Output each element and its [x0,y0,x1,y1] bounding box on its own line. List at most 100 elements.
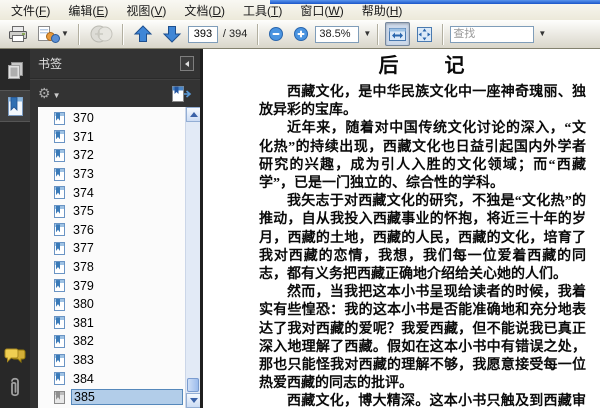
fit-width-icon [388,27,407,42]
bookmark-item[interactable]: 379 [38,276,185,295]
chevron-down-icon: ▼ [52,90,61,100]
collaborate-button[interactable]: ▼ [34,22,72,46]
bookmark-page-icon [54,297,65,311]
collapse-left-icon [185,60,189,67]
printer-icon [8,25,28,43]
comments-panel-button[interactable] [0,340,30,372]
bookmark-page-icon [54,372,65,386]
scroll-down-button[interactable] [186,393,200,408]
zoom-in-button[interactable] [290,22,312,46]
document-title: 后 记 [378,55,467,77]
toolbar-separator [257,23,260,45]
bookmark-item[interactable]: 377 [38,239,185,258]
zoom-out-button[interactable] [265,22,287,46]
window-top-edge [270,0,600,4]
menu-view[interactable]: 视图(V) [117,0,175,21]
bookmark-item[interactable]: 383 [38,351,185,370]
bookmark-item[interactable]: 374 [38,183,185,202]
bookmark-page-icon [54,334,65,348]
document-body: 西藏文化，是中华民族文化中一座神奇瑰丽、独放异彩的宝库。 近年来，随着对中国传统… [259,84,586,408]
bookmark-item[interactable]: 372 [38,146,185,165]
find-dropdown-icon[interactable]: ▼ [538,30,546,38]
bookmark-page-icon [54,241,65,255]
bookmarks-panel-header: 书签 [30,49,200,79]
bookmarks-scrollbar[interactable] [185,107,200,408]
fit-page-button[interactable] [413,22,436,46]
document-page[interactable]: 后 记 西藏文化，是中华民族文化中一座神奇瑰丽、独放异彩的宝库。 近年来，随着对… [200,49,600,408]
menu-file[interactable]: 文件(F) [2,0,59,21]
pages-panel-button[interactable] [0,54,30,86]
gear-icon: ⚙ [38,84,51,101]
next-page-button[interactable] [159,22,185,46]
menu-document[interactable]: 文档(D) [175,0,234,21]
toolbar-separator [442,23,445,45]
bookmark-item[interactable]: 373 [38,165,185,184]
bookmark-page-icon [54,390,65,404]
paragraph: 西藏文化，博大精深。这本小书只触及到西藏审美文化 [287,394,586,408]
bookmark-page-icon [54,260,65,274]
bookmark-page-icon [54,111,65,125]
bookmarks-list: 370 371 372 373 374 375 376 377 378 379 … [38,107,200,408]
bookmark-item[interactable]: 370 [38,109,185,128]
paragraph: 然而，当我把这本小书呈现给读者的时候，我着实有些惶恐：我的这本小书是否能准确地和… [259,285,586,392]
comments-icon [4,348,27,365]
arrow-down-icon [162,24,182,44]
bookmark-item[interactable]: 381 [38,314,185,333]
scroll-up-button[interactable] [186,107,200,122]
bookmark-item[interactable]: 378 [38,258,185,277]
bookmark-page-icon [54,316,65,330]
bookmark-item[interactable]: 376 [38,221,185,240]
chevron-down-icon [189,398,198,403]
attachments-panel-button[interactable] [0,372,30,404]
arrow-up-icon [133,24,153,44]
pdf-reader-window: 文件(F) 编辑(E) 视图(V) 文档(D) 工具(T) 窗口(W) 帮助(H… [0,0,600,408]
bookmark-item-selected[interactable]: 385 [38,388,185,407]
scrollbar-thumb[interactable] [187,378,199,392]
goto-current-bookmark-button[interactable] [171,85,192,102]
options-gear-button[interactable]: ⚙ ▼ [38,85,60,103]
zoom-level-value[interactable]: 38.5% [315,25,360,43]
bookmark-page-icon [54,130,65,144]
review-disabled-button [86,22,116,46]
bookmark-page-icon [54,223,65,237]
plus-circle-icon [293,26,309,42]
previous-page-button[interactable] [130,22,156,46]
toolbar: ▼ / 394 38.5% ▼ ▼ [0,20,600,49]
menu-edit[interactable]: 编辑(E) [59,0,117,21]
bookmark-item[interactable]: 380 [38,295,185,314]
bookmark-item[interactable]: 382 [38,332,185,351]
fit-width-button[interactable] [385,22,411,46]
toolbar-separator [121,23,124,45]
bookmarks-rows: 370 371 372 373 374 375 376 377 378 379 … [38,109,185,407]
find-input[interactable] [450,25,535,43]
send-collaborate-icon [37,25,60,44]
zoom-dropdown-icon[interactable]: ▼ [363,30,371,38]
bookmarks-options-bar: ⚙ ▼ [30,79,200,107]
navigation-rail [0,49,30,408]
bookmark-item[interactable]: 375 [38,202,185,221]
bookmark-page-icon [54,148,65,162]
print-button[interactable] [5,22,31,46]
toolbar-separator [377,23,380,45]
bookmarks-panel: 书签 ⚙ ▼ 370 371 372 373 374 375 376 377 3… [30,49,200,408]
main-area: 书签 ⚙ ▼ 370 371 372 373 374 375 376 377 3… [0,49,600,408]
paragraph: 我矢志于对西藏文化的研究，不独是“文化热”的推动，自从我投入西藏事业的怀抱，将近… [259,194,586,283]
bookmark-item[interactable]: 384 [38,369,185,388]
bookmarks-icon [6,96,25,117]
fit-page-icon [416,26,433,43]
chevron-down-icon: ▼ [61,29,69,38]
collapse-panel-button[interactable] [180,56,194,71]
toolbar-separator [77,23,80,45]
bookmark-page-icon [54,279,65,293]
paragraph: 近年来，随着对中国传统文化讨论的深入，“文化热”的持续出现，西藏文化也日益引起国… [259,121,586,192]
review-disabled-icon [89,24,113,44]
page-number-input[interactable] [187,25,218,43]
bookmarks-panel-button[interactable] [0,90,30,122]
panel-title: 书签 [38,57,63,71]
page-total-label: / 394 [222,28,248,40]
minus-circle-icon [268,26,284,42]
chevron-up-icon [189,112,198,117]
bookmark-item[interactable]: 371 [38,128,185,147]
bookmark-page-icon [54,186,65,200]
bookmark-page-icon [54,167,65,181]
